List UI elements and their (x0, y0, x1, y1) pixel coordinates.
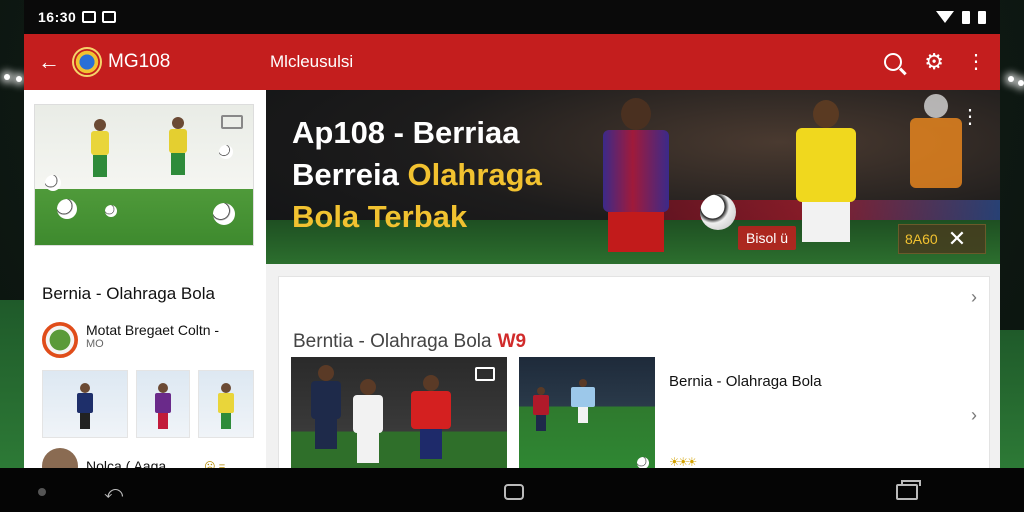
wifi-icon (936, 11, 954, 23)
ball-icon (105, 205, 117, 217)
floodlight (1018, 80, 1024, 86)
list-item-title: Motat Bregaet Coltn - (86, 322, 220, 338)
app-bar: ← MG108 Mlcleusulsi ⚙ ⋮ (24, 34, 1000, 90)
picture-in-picture-icon[interactable] (475, 367, 495, 381)
search-icon[interactable] (884, 53, 903, 71)
system-nav-bar: ⤺ (0, 468, 1024, 512)
hero-title-line2-white: Berreia (292, 157, 408, 192)
hero-gold-chip[interactable]: 8A60 ✕ (898, 224, 986, 254)
hero-title-line2-accent: Olahraga (407, 157, 542, 192)
ball-icon (219, 145, 233, 159)
player-figure (91, 119, 109, 179)
player-figure (586, 98, 686, 264)
player-figure (155, 383, 171, 431)
player-figure (218, 383, 234, 431)
list-item-title[interactable]: Bernia - Olahraga Bola (669, 373, 822, 390)
reaction-icons: ☀☀☀ (669, 455, 697, 469)
hero-gold-chip-value: 8A60 (905, 231, 938, 247)
card-tag: W9 (497, 331, 527, 352)
match-image-tile[interactable] (291, 357, 507, 481)
avatar (42, 448, 78, 468)
player-figure (77, 383, 93, 431)
gallery-icon (102, 11, 117, 23)
ball-icon (45, 175, 61, 191)
list-item[interactable]: Motat Bregaet Coltn - MO (42, 322, 219, 358)
player-figure (411, 375, 451, 459)
floodlight (1008, 76, 1014, 82)
hero-title-line3: Bola Terbak (292, 199, 468, 234)
close-icon[interactable]: ✕ (948, 228, 966, 250)
pitch-strip (1000, 330, 1024, 470)
match-image-tile[interactable] (519, 357, 655, 481)
app-logo (72, 47, 102, 77)
signal-icon (962, 10, 970, 24)
battery-icon (978, 10, 986, 24)
sidebar-title: Bernia - Olahraga Bola (42, 284, 215, 303)
chevron-right-icon[interactable]: › (971, 287, 977, 308)
player-figure (906, 94, 966, 224)
list-item-meta: ☹ = (204, 460, 226, 469)
card-title: Berntia - Olahraga Bola W9 (293, 331, 526, 353)
player-figure (169, 117, 187, 177)
chevron-right-icon[interactable]: › (971, 405, 977, 426)
floodlight (4, 74, 10, 80)
hero-red-chip[interactable]: Bisol ü (738, 226, 797, 250)
gear-icon[interactable]: ⚙ (924, 51, 944, 73)
club-badge-icon (42, 322, 78, 358)
list-item-title: Nolca ( Aaga (86, 458, 167, 468)
app-title: Mlcleusulsi (270, 52, 354, 71)
player-figure (353, 379, 383, 463)
main-content: › Berntia - Olahraga Bola W9 Bernia - Ola… (266, 264, 1000, 481)
hero-more-icon[interactable]: ⋮ (960, 104, 980, 129)
notification-icon (82, 11, 97, 23)
hero-title-line1: Ap108 - Berriaa (292, 115, 520, 150)
pitch-strip (0, 300, 24, 470)
sidebar-panel: Bernia - Olahraga Bola Motat Bregaet Col… (24, 90, 266, 468)
player-thumbnail[interactable] (42, 370, 128, 438)
ball-icon (57, 199, 77, 219)
card-title-text: Berntia - Olahraga Bola (293, 331, 492, 352)
hero-banner[interactable]: Ap108 - Berriaa Berreia Olahraga Bola Te… (266, 90, 1000, 264)
home-icon[interactable] (504, 484, 524, 500)
content-card: › Berntia - Olahraga Bola W9 Bernia - Ola… (278, 276, 990, 481)
back-arrow-icon[interactable]: ← (38, 49, 66, 75)
picture-in-picture-icon[interactable] (221, 115, 243, 129)
nav-dot-icon (38, 488, 46, 496)
player-thumbnail[interactable] (198, 370, 254, 438)
list-item-subtitle: MO (86, 338, 104, 350)
brand-name: MG108 (108, 51, 171, 72)
player-figure (311, 365, 341, 449)
sidebar-hero-image[interactable] (34, 104, 254, 246)
list-item[interactable]: Nolca ( Aaga ☹ = (42, 448, 225, 468)
status-time: 16:30 (38, 9, 77, 25)
status-bar: 16:30 (24, 0, 1000, 34)
back-icon[interactable]: ⤺ (104, 482, 123, 503)
hero-title-line2: Berreia Olahraga (292, 154, 542, 196)
player-thumbnail[interactable] (136, 370, 190, 438)
player-figure (533, 387, 549, 431)
hero-title: Ap108 - Berriaa Berreia Olahraga Bola Te… (292, 112, 542, 238)
player-figure (786, 100, 866, 264)
player-figure (571, 379, 595, 423)
recent-apps-icon[interactable] (896, 480, 921, 500)
more-menu-icon[interactable]: ⋮ (966, 52, 986, 72)
ball-icon (700, 194, 736, 230)
floodlight (16, 76, 22, 82)
ball-icon (213, 203, 235, 225)
